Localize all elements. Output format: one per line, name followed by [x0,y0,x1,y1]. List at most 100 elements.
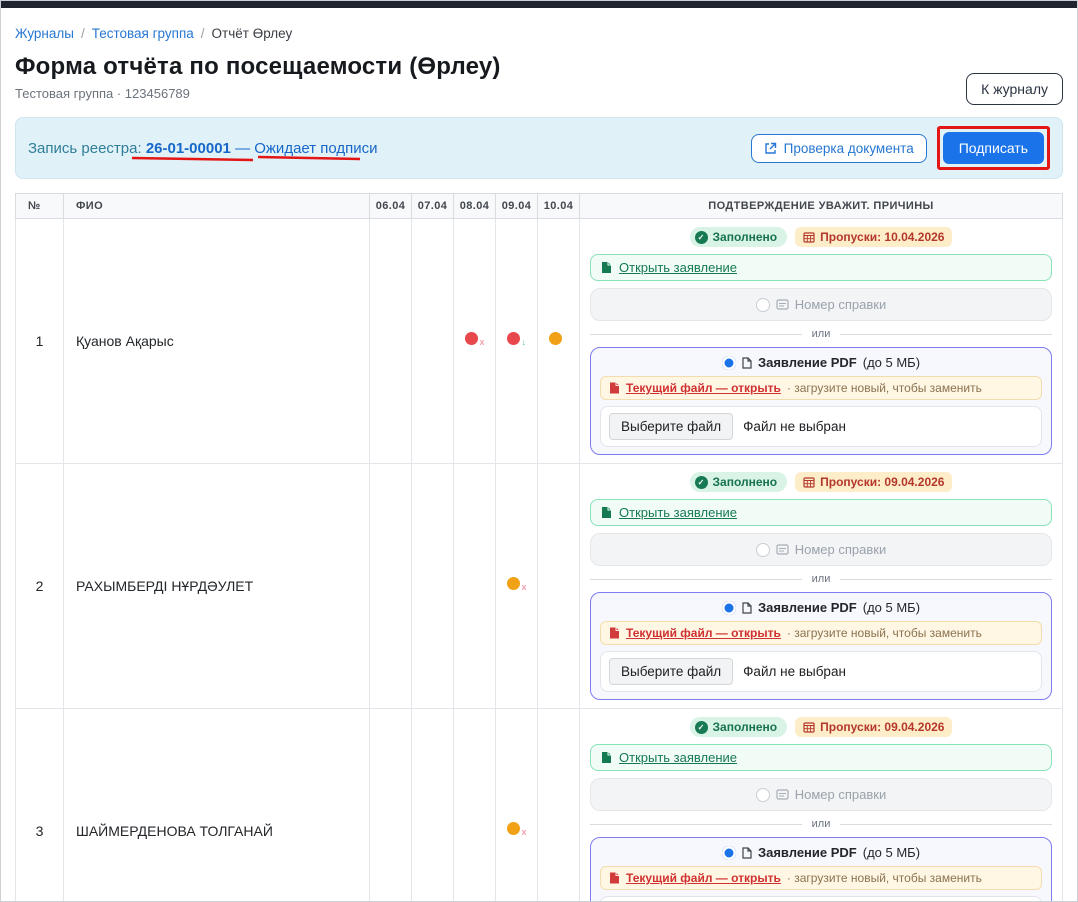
replace-hint: · загрузите новый, чтобы заменить [787,381,982,395]
choose-file-button[interactable]: Выберите файл [609,413,733,440]
absences-label: Пропуски: 10.04.2026 [820,230,944,244]
confirmation-card: ✓ Заполнено Пропуски: 10.04.2026 [590,227,1052,455]
attendance-cell [370,709,412,902]
certificate-radio[interactable] [756,543,770,557]
student-row: 3 ШАЙМЕРДЕНОВА ТОЛГАНАЙ x ✓ Заполнено [16,709,1063,902]
sign-button-annotation: Подписать [937,126,1050,170]
external-link-icon [764,142,777,155]
input-lines-icon [776,298,789,311]
pdf-option-label: Заявление PDF [758,600,857,615]
or-label: или [812,818,831,830]
absences-badge: Пропуски: 09.04.2026 [795,472,952,492]
header-num: № [16,194,64,219]
attendance-cell: x [496,709,538,902]
registry-status-bar: Запись реестра: 26-01-00001 — Ожидает по… [15,117,1063,179]
absences-label: Пропуски: 09.04.2026 [820,475,944,489]
current-file-link[interactable]: Текущий файл — открыть [626,871,781,885]
filled-badge: ✓ Заполнено [690,472,788,492]
file-input[interactable]: Выберите файл Файл не выбран [600,406,1042,447]
registry-dash: — [235,140,250,157]
replace-hint: · загрузите новый, чтобы заменить [787,626,982,640]
certificate-radio[interactable] [756,788,770,802]
attendance-cell [538,464,580,709]
pdf-radio-selected[interactable] [722,846,736,860]
document-green-icon [601,506,612,519]
attendance-cell: x [454,219,496,464]
page: Журналы / Тестовая группа / Отчёт Өрлеу … [0,0,1078,902]
confirmation-card: ✓ Заполнено Пропуски: 09.04.2026 [590,717,1052,902]
check-circle-icon: ✓ [695,476,708,489]
attendance-cell [454,464,496,709]
current-file-link[interactable]: Текущий файл — открыть [626,626,781,640]
pdf-radio-selected[interactable] [722,356,736,370]
attendance-cell [412,709,454,902]
certificate-number-field[interactable]: Номер справки [590,778,1052,811]
header-date-2: 07.04 [412,194,454,219]
table-header-row: № ФИО 06.04 07.04 08.04 09.04 10.04 ПОДТ… [16,194,1063,219]
window-top-bar [1,1,1077,8]
pdf-upload-box: Заявление PDF (до 5 МБ) Текущий файл — о… [590,837,1052,902]
breadcrumb-separator: / [201,26,205,41]
current-file-strip: Текущий файл — открыть · загрузите новый… [600,866,1042,890]
student-name: Қуанов Ақарыс [64,219,370,464]
pdf-option-row: Заявление PDF (до 5 МБ) [600,355,1042,370]
document-green-icon [601,751,612,764]
replace-hint: · загрузите новый, чтобы заменить [787,871,982,885]
or-divider: или [590,573,1052,585]
sign-button[interactable]: Подписать [943,132,1044,164]
current-file-strip: Текущий файл — открыть · загрузите новый… [600,621,1042,645]
file-input[interactable]: Выберите файл Файл не выбран [600,651,1042,692]
check-document-button[interactable]: Проверка документа [751,134,927,163]
header-date-3: 08.04 [454,194,496,219]
attendance-cell [370,219,412,464]
pdf-option-row: Заявление PDF (до 5 МБ) [600,600,1042,615]
open-application-link[interactable]: Открыть заявление [619,505,737,520]
registry-status-text: Запись реестра: 26-01-00001 — Ожидает по… [28,140,378,157]
certificate-number-field[interactable]: Номер справки [590,288,1052,321]
attendance-cell [538,219,580,464]
open-application-link[interactable]: Открыть заявление [619,260,737,275]
check-document-label: Проверка документа [784,141,914,156]
header-date-5: 10.04 [538,194,580,219]
choose-file-button[interactable]: Выберите файл [609,658,733,685]
certificate-placeholder: Номер справки [795,297,886,312]
back-to-journal-button[interactable]: К журналу [966,73,1063,105]
breadcrumb-group[interactable]: Тестовая группа [92,26,194,41]
pdf-upload-box: Заявление PDF (до 5 МБ) Текущий файл — о… [590,592,1052,700]
header-confirmation: ПОДТВЕРЖДЕНИЕ УВАЖИТ. ПРИЧИНЫ [580,194,1063,219]
certificate-placeholder: Номер справки [795,787,886,802]
or-label: или [812,573,831,585]
absences-label: Пропуски: 09.04.2026 [820,720,944,734]
student-number: 1 [16,219,64,464]
breadcrumb-journals[interactable]: Журналы [15,26,74,41]
registry-record-link[interactable]: 26-01-00001 [146,140,231,157]
certificate-radio[interactable] [756,298,770,312]
filled-badge-label: Заполнено [713,475,778,489]
breadcrumb: Журналы / Тестовая группа / Отчёт Өрлеу [15,26,1063,41]
student-number: 2 [16,464,64,709]
attendance-cell [412,464,454,709]
pdf-option-label: Заявление PDF [758,355,857,370]
check-circle-icon: ✓ [695,231,708,244]
student-name: РАХЫМБЕРДІ НҰРДӘУЛЕТ [64,464,370,709]
input-lines-icon [776,543,789,556]
open-application-link[interactable]: Открыть заявление [619,750,737,765]
student-row: 1 Қуанов Ақарыс x ↓ ✓ Заполнено [16,219,1063,464]
document-outline-icon [742,847,752,859]
file-input[interactable]: Выберите файл Файл не выбран [600,896,1042,902]
no-file-label: Файл не выбран [743,664,846,679]
open-application-box: Открыть заявление [590,744,1052,771]
confirmation-card: ✓ Заполнено Пропуски: 09.04.2026 [590,472,1052,700]
header-fio: ФИО [64,194,370,219]
pdf-radio-selected[interactable] [722,601,736,615]
attendance-cell [538,709,580,902]
open-application-box: Открыть заявление [590,254,1052,281]
attendance-cell [412,219,454,464]
filled-badge: ✓ Заполнено [690,227,788,247]
check-circle-icon: ✓ [695,721,708,734]
current-file-link[interactable]: Текущий файл — открыть [626,381,781,395]
calendar-icon [803,476,815,488]
filled-badge-label: Заполнено [713,720,778,734]
current-file-strip: Текущий файл — открыть · загрузите новый… [600,376,1042,400]
certificate-number-field[interactable]: Номер справки [590,533,1052,566]
